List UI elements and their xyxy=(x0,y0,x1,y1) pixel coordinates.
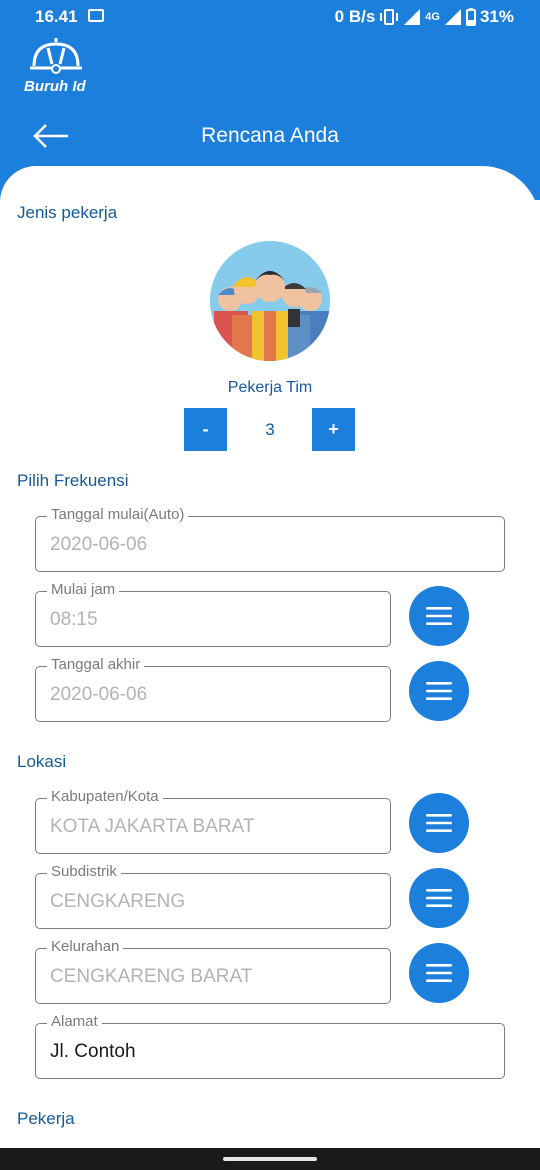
section-title-frequency: Pilih Frekuensi xyxy=(17,471,129,490)
battery-level: 31% xyxy=(479,7,514,26)
signal-icon xyxy=(404,9,421,25)
vibrate-icon xyxy=(380,9,399,25)
start-time-field[interactable]: Mulai jam 08:15 xyxy=(35,581,391,647)
subdistrict-field[interactable]: Subdistrik CENGKARENG xyxy=(35,863,391,929)
worker-team-avatar xyxy=(210,241,330,361)
village-field[interactable]: Kelurahan CENGKARENG BARAT xyxy=(35,938,391,1004)
network-type: 4G xyxy=(425,11,440,23)
menu-icon xyxy=(426,607,452,625)
logo-text: Buruh Id xyxy=(24,78,86,95)
signal-icon-2 xyxy=(444,9,461,25)
section-title-worker-type: Jenis pekerja xyxy=(17,203,118,222)
start-time-value: 08:15 xyxy=(50,609,98,630)
increment-button[interactable]: + xyxy=(312,408,355,451)
address-label: Alamat xyxy=(47,1013,102,1031)
subdistrict-picker-button[interactable] xyxy=(409,868,469,928)
village-picker-button[interactable] xyxy=(409,943,469,1003)
worker-count: 3 xyxy=(265,420,275,439)
gallery-notification-icon xyxy=(88,9,104,22)
address-value: Jl. Contoh xyxy=(50,1041,136,1062)
menu-icon xyxy=(426,682,452,700)
subdistrict-value: CENGKARENG xyxy=(50,891,186,912)
hardhat-icon xyxy=(30,38,82,74)
net-speed: 0 B/s xyxy=(334,7,376,26)
city-picker-button[interactable] xyxy=(409,793,469,853)
start-date-value: 2020-06-06 xyxy=(50,534,148,555)
end-date-field[interactable]: Tanggal akhir 2020-06-06 xyxy=(35,656,391,722)
city-value: KOTA JAKARTA BARAT xyxy=(50,816,255,837)
end-date-value: 2020-06-06 xyxy=(50,684,148,705)
worker-team-illustration xyxy=(210,241,330,361)
city-label: Kabupaten/Kota xyxy=(47,788,163,806)
status-time: 16.41 xyxy=(35,7,78,26)
end-date-picker-button[interactable] xyxy=(409,661,469,721)
end-date-label: Tanggal akhir xyxy=(47,656,145,674)
page-title: Rencana Anda xyxy=(201,124,339,147)
section-title-workers: Pekerja xyxy=(17,1109,75,1128)
start-date-field[interactable]: Tanggal mulai(Auto) 2020-06-06 xyxy=(35,506,505,572)
home-gesture-handle[interactable] xyxy=(223,1157,317,1161)
subdistrict-label: Subdistrik xyxy=(47,863,121,881)
start-date-label: Tanggal mulai(Auto) xyxy=(47,506,189,524)
app-logo: Buruh Id xyxy=(22,38,92,98)
decrement-button[interactable]: - xyxy=(184,408,227,451)
system-nav-bar xyxy=(0,1148,540,1170)
menu-icon xyxy=(426,814,452,832)
village-label: Kelurahan xyxy=(47,938,124,956)
city-field[interactable]: Kabupaten/Kota KOTA JAKARTA BARAT xyxy=(35,788,391,854)
worker-type-label: Pekerja Tim xyxy=(227,379,313,396)
village-value: CENGKARENG BARAT xyxy=(50,966,253,987)
status-indicators: 0 B/s 4G 31% xyxy=(335,7,514,27)
menu-icon xyxy=(426,889,452,907)
section-title-location: Lokasi xyxy=(17,752,67,771)
battery-icon xyxy=(465,8,476,26)
start-time-picker-button[interactable] xyxy=(409,586,469,646)
menu-icon xyxy=(426,964,452,982)
status-bar: 16.41 0 B/s 4G 31% xyxy=(0,0,540,34)
start-time-label: Mulai jam xyxy=(47,581,120,599)
address-field[interactable]: Alamat Jl. Contoh xyxy=(35,1013,505,1079)
